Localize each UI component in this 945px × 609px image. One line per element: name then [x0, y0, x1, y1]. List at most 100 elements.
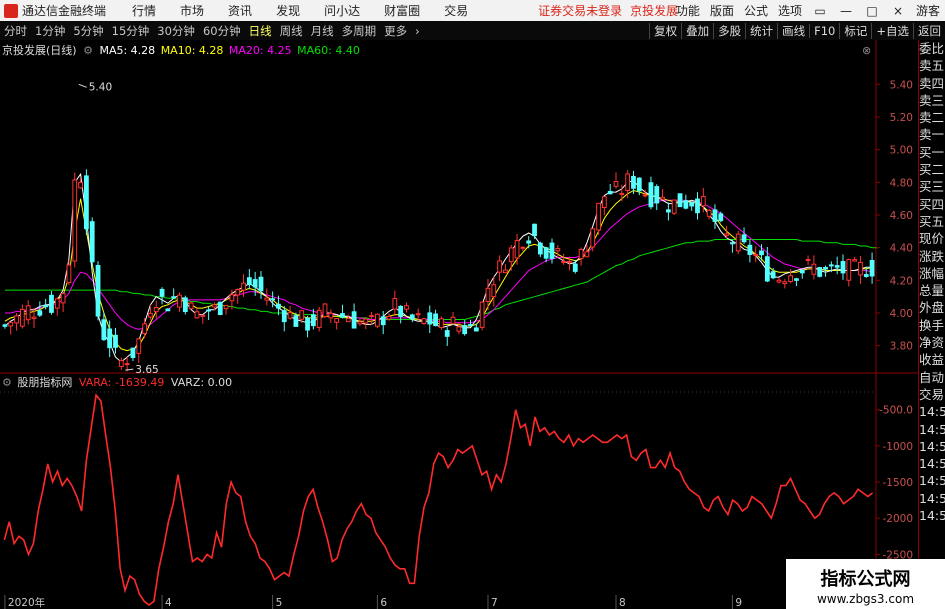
more-arrow-icon[interactable]: › — [415, 24, 420, 38]
candle-body — [241, 282, 246, 291]
candle-body — [404, 305, 409, 310]
tool-tongji[interactable]: 统计 — [745, 22, 777, 39]
period-15min[interactable]: 15分钟 — [112, 23, 150, 39]
menu-faxian[interactable]: 发现 — [276, 2, 300, 19]
candle-body — [31, 316, 37, 320]
candle-body — [706, 209, 712, 217]
candle-body — [229, 294, 235, 302]
period-daily[interactable]: 日线 — [249, 23, 272, 39]
indicator-gear-icon[interactable]: ⚙ — [2, 376, 12, 389]
candle-body — [508, 247, 514, 263]
period-30min[interactable]: 30分钟 — [157, 23, 195, 39]
candle-body — [49, 294, 54, 313]
candle-body — [287, 312, 293, 319]
sidebar-item[interactable]: 14:56 — [919, 507, 945, 524]
sidebar-item[interactable]: 买一 — [919, 144, 945, 161]
period-5min[interactable]: 5分钟 — [73, 23, 103, 39]
tool-fuquan[interactable]: 复权 — [649, 22, 681, 39]
sidebar-item[interactable]: 买四 — [919, 196, 945, 213]
period-weekly[interactable]: 周线 — [280, 23, 303, 39]
sidebar-item[interactable]: 卖三 — [919, 92, 945, 109]
maximize-icon[interactable]: □ — [864, 4, 880, 18]
sidebar-item[interactable]: 卖二 — [919, 109, 945, 126]
candle-body — [817, 267, 823, 277]
menu-bar: 通达信金融终端 行情 市场 资讯 发现 问小达 财富圈 交易 证券交易未登录 京… — [0, 0, 945, 21]
sidebar-item[interactable]: 14:56 — [919, 403, 945, 420]
period-60min[interactable]: 60分钟 — [203, 23, 241, 39]
candle-body — [212, 304, 217, 308]
tool-biaoji[interactable]: 标记 — [839, 22, 871, 39]
candle-body — [526, 240, 532, 244]
sidebar-item[interactable]: 卖四 — [919, 75, 945, 92]
sidebar-item[interactable]: 交易 — [919, 386, 945, 403]
candle-body — [584, 251, 590, 258]
tool-huaxian[interactable]: 画线 — [777, 22, 809, 39]
candle-body — [631, 176, 636, 189]
period-multi[interactable]: 多周期 — [342, 23, 377, 39]
menu-hangqing[interactable]: 行情 — [132, 2, 156, 19]
candle-body — [107, 328, 113, 349]
candle-body — [730, 242, 735, 245]
chart-close-icon[interactable]: ⊗ — [862, 44, 871, 57]
candle-body — [788, 275, 794, 283]
trade-login-notice[interactable]: 证券交易未登录 — [538, 2, 622, 19]
minimize-icon[interactable]: — — [838, 4, 854, 18]
menu-zixun[interactable]: 资讯 — [228, 2, 252, 19]
sidebar-item[interactable]: 现价 — [919, 230, 945, 247]
menu-xuanxiang[interactable]: 选项 — [778, 2, 802, 19]
tool-duogu[interactable]: 多股 — [713, 22, 745, 39]
indicator-tick-label: -1500 — [882, 477, 913, 489]
tool-fanhui[interactable]: 返回 — [913, 22, 945, 39]
sidebar-item[interactable]: 委比 — [919, 40, 945, 57]
candle-body — [572, 263, 578, 272]
sidebar-item[interactable]: 14:56 — [919, 421, 945, 438]
sidebar-item[interactable]: 卖一 — [919, 126, 945, 143]
price-tick-label: 4.60 — [890, 210, 913, 222]
menu-wenxiaoda[interactable]: 问小达 — [324, 2, 360, 19]
candle-body — [299, 310, 305, 320]
sidebar-item[interactable]: 涨幅 — [919, 265, 945, 282]
candle-body — [735, 233, 741, 252]
menu-banmian[interactable]: 版面 — [710, 2, 734, 19]
sidebar-item[interactable]: 自动 — [919, 369, 945, 386]
period-more[interactable]: 更多 — [384, 23, 407, 39]
close-icon[interactable]: × — [890, 4, 906, 18]
price-tick-label: 5.00 — [890, 145, 913, 157]
period-1min[interactable]: 1分钟 — [35, 23, 65, 39]
settings-gear-icon[interactable]: ⚙ — [83, 44, 93, 57]
sidebar-item[interactable]: 外盘 — [919, 299, 945, 316]
sidebar-item[interactable]: 换手 — [919, 317, 945, 334]
sidebar-item[interactable]: 14:56 — [919, 455, 945, 472]
sidebar-item[interactable]: 卖五 — [919, 57, 945, 74]
sidebar-item[interactable]: 买二 — [919, 161, 945, 178]
restore-icon[interactable]: ▭ — [812, 4, 828, 18]
sidebar-item[interactable]: 14:56 — [919, 438, 945, 455]
sidebar-item[interactable]: 净资 — [919, 334, 945, 351]
candle-body — [741, 234, 747, 243]
sidebar-item[interactable]: 14:56 — [919, 472, 945, 489]
user-guest[interactable]: 游客 — [916, 2, 940, 19]
period-monthly[interactable]: 月线 — [311, 23, 334, 39]
candle-body — [194, 311, 200, 319]
candle-body — [828, 264, 834, 267]
period-fenshi[interactable]: 分时 — [4, 23, 27, 39]
vara-value: VARA: -1639.49 — [78, 376, 165, 389]
candle-body — [78, 181, 83, 189]
sidebar-item[interactable]: 买三 — [919, 178, 945, 195]
sidebar-item[interactable]: 收益 — [919, 351, 945, 368]
sidebar-item[interactable]: 涨跌 — [919, 248, 945, 265]
tool-f10[interactable]: F10 — [809, 23, 839, 38]
candle-body — [532, 223, 537, 237]
sidebar-item[interactable]: 14:56 — [919, 490, 945, 507]
menu-jiaoyi[interactable]: 交易 — [444, 2, 468, 19]
sidebar-item[interactable]: 总量 — [919, 282, 945, 299]
sidebar-item[interactable]: 买五 — [919, 213, 945, 230]
menu-gongshi[interactable]: 公式 — [744, 2, 768, 19]
tool-diejia[interactable]: 叠加 — [681, 22, 713, 39]
tool-zixuan[interactable]: +自选 — [871, 22, 913, 39]
menu-caifuquan[interactable]: 财富圈 — [384, 2, 420, 19]
kline-chart[interactable]: 5.40 5.20 5.00 4.80 4.60 4.40 4.20 4.00 3.80 5.4… — [0, 40, 918, 609]
x-tick-label: 6 — [380, 597, 387, 609]
menu-gongneng[interactable]: 功能 — [676, 2, 700, 19]
menu-shichang[interactable]: 市场 — [180, 2, 204, 19]
